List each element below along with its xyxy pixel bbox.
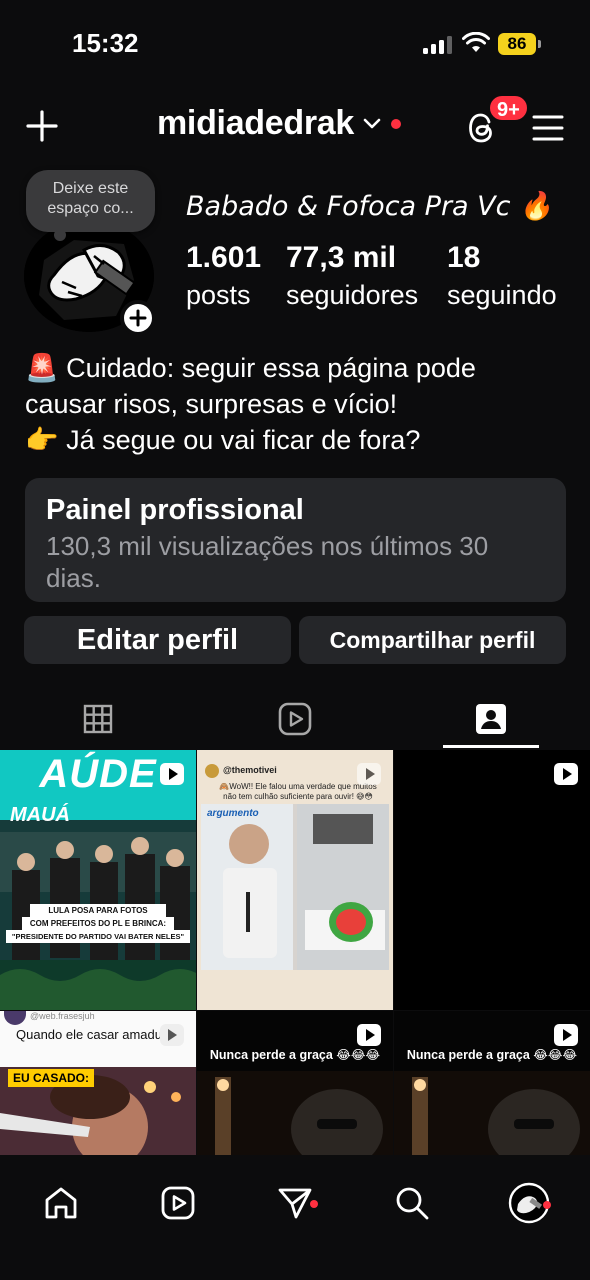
stat-followers[interactable]: 77,3 mil seguidores bbox=[286, 240, 418, 314]
note-bubble[interactable]: Deixe este espaço co... bbox=[26, 170, 155, 241]
stat-label: seguidores bbox=[286, 280, 419, 310]
edit-profile-button[interactable]: Editar perfil bbox=[24, 616, 291, 664]
post-text: Nunca perde a graça 😂😂😂 bbox=[209, 1048, 381, 1062]
stat-following[interactable]: 18 seguindo bbox=[447, 240, 557, 314]
bottom-navigation bbox=[0, 1155, 590, 1280]
stat-value: 1.601 bbox=[186, 241, 262, 274]
post-caption: LULA POSA PARA FOTOS bbox=[30, 904, 166, 917]
direct-message-icon bbox=[278, 1188, 312, 1219]
search-icon bbox=[396, 1187, 429, 1220]
share-profile-button[interactable]: Compartilhar perfil bbox=[299, 616, 566, 664]
avatar-area: Deixe este espaço co... bbox=[24, 170, 164, 336]
stat-label: seguindo bbox=[447, 280, 557, 310]
bio-line: 👉 Já segue ou vai ficar de fora? bbox=[25, 425, 421, 455]
status-time: 15:32 bbox=[72, 28, 139, 58]
post-text: Quando ele casar amadure bbox=[16, 1027, 174, 1042]
nav-reels[interactable] bbox=[148, 1173, 208, 1233]
reel-icon bbox=[357, 763, 381, 785]
post-thumbnail[interactable]: @web.frasesjuh Quando ele casar amadure … bbox=[0, 1011, 196, 1155]
tab-tagged[interactable] bbox=[393, 690, 589, 748]
post-brand: argumento bbox=[207, 808, 259, 819]
stat-value: 18 bbox=[447, 241, 481, 274]
post-handle: @web.frasesjuh bbox=[30, 1011, 95, 1021]
create-plus-icon[interactable] bbox=[24, 108, 60, 144]
profile-header: midiadedrak 9+ bbox=[0, 94, 590, 160]
reel-icon bbox=[554, 1024, 578, 1046]
post-author-avatar bbox=[4, 1011, 26, 1025]
dashboard-title: Painel profissional bbox=[46, 494, 304, 526]
stat-posts[interactable]: 1.601 posts bbox=[186, 240, 261, 314]
profile-display-name: Babado & Fofoca Pra Vc 🔥 bbox=[186, 191, 553, 222]
messages-notification-dot bbox=[310, 1200, 318, 1208]
post-caption: "PRESIDENTE DO PARTIDO VAI BATER NELES" bbox=[6, 930, 190, 943]
tab-grid[interactable] bbox=[0, 690, 196, 748]
active-tab-indicator bbox=[443, 745, 539, 748]
stat-value: 77,3 mil bbox=[286, 241, 397, 274]
post-thumbnail[interactable]: AÚDE MAUÁ LULA POSA PARA FOTOS COM PREFE… bbox=[0, 750, 196, 1010]
post-image bbox=[197, 1071, 393, 1155]
add-story-button[interactable] bbox=[120, 300, 156, 336]
post-text: Nunca perde a graça 😂😂😂 bbox=[406, 1048, 578, 1062]
bio-line: 🚨 Cuidado: seguir essa página pode bbox=[25, 353, 476, 383]
post-label: EU CASADO: bbox=[8, 1069, 95, 1087]
threads-badge: 9+ bbox=[488, 94, 529, 122]
battery-tip bbox=[538, 40, 541, 48]
grid-icon bbox=[83, 704, 113, 734]
wifi-icon bbox=[462, 32, 490, 52]
post-handle: @themotivei bbox=[223, 765, 277, 775]
bio-line: causar risos, surpresas e vício! bbox=[25, 389, 398, 419]
post-thumbnail[interactable]: Nunca perde a graça 😂😂😂 bbox=[197, 1011, 393, 1155]
tagged-icon bbox=[476, 704, 506, 734]
username: midiadedrak bbox=[157, 104, 354, 142]
reel-icon bbox=[357, 1024, 381, 1046]
post-text: 🙈WoW!! Ele falou uma verdade que muitos … bbox=[219, 782, 377, 801]
instagram-profile-screen: 15:32 86 midiadedrak 9+ Deixe este espaç… bbox=[0, 0, 590, 1280]
battery-indicator: 86 bbox=[498, 33, 536, 55]
professional-dashboard-card[interactable]: Painel profissional 130,3 mil visualizaç… bbox=[25, 478, 566, 602]
post-author-avatar bbox=[205, 764, 219, 778]
tab-reels[interactable] bbox=[197, 690, 393, 748]
reels-icon bbox=[278, 702, 312, 736]
post-thumbnail[interactable]: Nunca perde a graça 😂😂😂 bbox=[394, 1011, 590, 1155]
cellular-signal-icon bbox=[423, 36, 453, 54]
home-icon bbox=[45, 1187, 77, 1219]
nav-home[interactable] bbox=[31, 1173, 91, 1233]
dashboard-subtitle: 130,3 mil visualizações nos últimos 30 d… bbox=[46, 531, 489, 593]
menu-icon[interactable] bbox=[530, 110, 566, 146]
reel-icon bbox=[554, 763, 578, 785]
post-thumbnail[interactable]: @themotivei 🙈WoW!! Ele falou uma verdade… bbox=[197, 750, 393, 1010]
reels-icon bbox=[161, 1186, 195, 1220]
reel-icon bbox=[160, 763, 184, 785]
profile-notification-dot bbox=[543, 1201, 551, 1209]
profile-bio: 🚨 Cuidado: seguir essa página pode causa… bbox=[25, 350, 570, 458]
profile-tabs bbox=[0, 690, 590, 748]
status-bar: 15:32 86 bbox=[0, 0, 590, 88]
posts-grid: AÚDE MAUÁ LULA POSA PARA FOTOS COM PREFE… bbox=[0, 750, 590, 1155]
note-placeholder: Deixe este espaço co... bbox=[47, 180, 134, 217]
chevron-down-icon bbox=[363, 118, 381, 128]
reel-icon bbox=[160, 1024, 184, 1046]
post-thumbnail[interactable] bbox=[394, 750, 590, 1010]
nav-search[interactable] bbox=[382, 1173, 442, 1233]
stat-label: posts bbox=[186, 280, 251, 310]
post-image bbox=[201, 804, 389, 970]
post-caption: COM PREFEITOS DO PL E BRINCA: bbox=[22, 917, 174, 930]
post-image bbox=[394, 1071, 590, 1155]
notification-dot bbox=[391, 118, 401, 129]
account-switcher[interactable]: midiadedrak bbox=[157, 104, 401, 143]
note-bubble-tail bbox=[54, 229, 66, 241]
post-banner-sub: MAUÁ bbox=[10, 804, 70, 826]
